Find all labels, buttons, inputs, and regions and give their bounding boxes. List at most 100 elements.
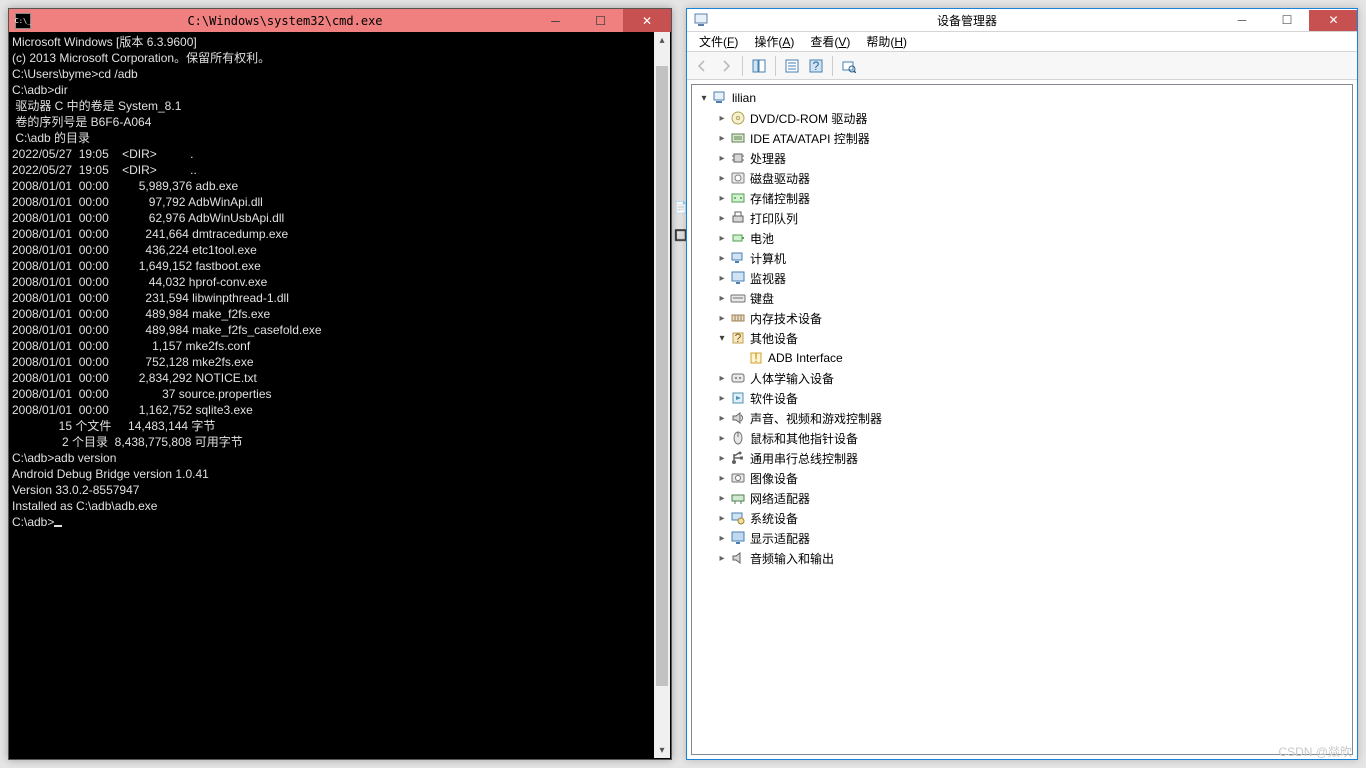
tree-twisty-closed[interactable]: ▸ xyxy=(714,153,730,164)
tree-twisty-closed[interactable]: ▸ xyxy=(714,253,730,264)
cmd-output-area[interactable]: Microsoft Windows [版本 6.3.9600](c) 2013 … xyxy=(10,32,670,758)
tree-twisty-open[interactable]: ▾ xyxy=(714,333,730,344)
svg-text:?: ? xyxy=(813,59,820,73)
tree-twisty-open[interactable]: ▾ xyxy=(696,93,712,104)
tree-row[interactable]: ▸鼠标和其他指针设备 xyxy=(692,428,1352,448)
dm-maximize-button[interactable]: ☐ xyxy=(1264,10,1309,31)
display-icon xyxy=(730,530,746,546)
tree-twisty-closed[interactable]: ▸ xyxy=(714,273,730,284)
cmd-line: 卷的序列号是 B6F6-A064 xyxy=(12,114,670,130)
tree-label: 监视器 xyxy=(750,270,786,287)
tree-row[interactable]: ▸IDE ATA/ATAPI 控制器 xyxy=(692,128,1352,148)
tree-row[interactable]: ▸ 键盘 xyxy=(692,288,1352,308)
tree-row[interactable]: ▸人体学输入设备 xyxy=(692,368,1352,388)
tree-row[interactable]: ▸ 打印队列 xyxy=(692,208,1352,228)
tree-row[interactable]: ▸电池 xyxy=(692,228,1352,248)
network-icon xyxy=(730,490,746,506)
nav-forward-button[interactable] xyxy=(715,55,737,77)
cmd-titlebar[interactable]: C:\Windows\system32\cmd.exe ─ ☐ ✕ xyxy=(9,9,671,32)
tree-label: 通用串行总线控制器 xyxy=(750,450,858,467)
dm-title: 设备管理器 xyxy=(715,12,1219,29)
tree-row[interactable]: ▸计算机 xyxy=(692,248,1352,268)
device-manager-icon xyxy=(693,12,709,28)
tree-twisty-closed[interactable]: ▸ xyxy=(714,493,730,504)
scroll-up-icon[interactable]: ▴ xyxy=(654,32,670,48)
tree-row[interactable]: ▸ 监视器 xyxy=(692,268,1352,288)
tree-row[interactable]: !ADB Interface xyxy=(692,348,1352,368)
nav-back-button[interactable] xyxy=(691,55,713,77)
cmd-line: C:\adb>adb version xyxy=(12,450,670,466)
tree-label: 其他设备 xyxy=(750,330,798,347)
help-button[interactable]: ? xyxy=(805,55,827,77)
tree-twisty-closed[interactable]: ▸ xyxy=(714,473,730,484)
tree-twisty-closed[interactable]: ▸ xyxy=(714,213,730,224)
scroll-down-icon[interactable]: ▾ xyxy=(654,742,670,758)
tree-twisty-closed[interactable]: ▸ xyxy=(714,553,730,564)
ide-icon xyxy=(730,130,746,146)
tree-row[interactable]: ▸ 网络适配器 xyxy=(692,488,1352,508)
tree-row[interactable]: ▸图像设备 xyxy=(692,468,1352,488)
cmd-scroll-track[interactable] xyxy=(654,48,670,742)
tree-label: 网络适配器 xyxy=(750,490,810,507)
device-tree[interactable]: ▾lilian▸DVD/CD-ROM 驱动器▸IDE ATA/ATAPI 控制器… xyxy=(691,84,1353,755)
cmd-line: 2008/01/01 00:00 489,984 make_f2fs_casef… xyxy=(12,322,670,338)
dm-minimize-button[interactable]: ─ xyxy=(1219,10,1264,31)
tree-label: 内存技术设备 xyxy=(750,310,822,327)
tree-twisty-closed[interactable]: ▸ xyxy=(714,313,730,324)
tree-twisty-closed[interactable]: ▸ xyxy=(714,433,730,444)
properties-button[interactable] xyxy=(781,55,803,77)
battery-icon xyxy=(730,230,746,246)
cmd-line: 2008/01/01 00:00 1,162,752 sqlite3.exe xyxy=(12,402,670,418)
cmd-scroll-thumb[interactable] xyxy=(656,66,668,686)
minimize-button[interactable]: ─ xyxy=(533,9,578,32)
tree-twisty-closed[interactable]: ▸ xyxy=(714,533,730,544)
tree-row[interactable]: ▸音频输入和输出 xyxy=(692,548,1352,568)
dm-titlebar[interactable]: 设备管理器 ─ ☐ ✕ xyxy=(687,9,1357,32)
dm-toolbar: ? xyxy=(687,52,1357,80)
cmd-line: 2008/01/01 00:00 1,157 mke2fs.conf xyxy=(12,338,670,354)
dm-close-button[interactable]: ✕ xyxy=(1309,10,1357,31)
scan-hardware-button[interactable] xyxy=(838,55,860,77)
tree-row[interactable]: ▸软件设备 xyxy=(692,388,1352,408)
tree-row[interactable]: ▸存储控制器 xyxy=(692,188,1352,208)
tree-row[interactable]: ▸DVD/CD-ROM 驱动器 xyxy=(692,108,1352,128)
tree-row[interactable]: ▸系统设备 xyxy=(692,508,1352,528)
close-button[interactable]: ✕ xyxy=(623,9,671,32)
tree-twisty-closed[interactable]: ▸ xyxy=(714,513,730,524)
tree-row[interactable]: ▸处理器 xyxy=(692,148,1352,168)
tree-twisty-closed[interactable]: ▸ xyxy=(714,233,730,244)
system-icon xyxy=(730,510,746,526)
maximize-button[interactable]: ☐ xyxy=(578,9,623,32)
cmd-line: 2008/01/01 00:00 2,834,292 NOTICE.txt xyxy=(12,370,670,386)
tree-twisty-closed[interactable]: ▸ xyxy=(714,173,730,184)
menu-f[interactable]: 文件(F) xyxy=(691,32,746,51)
tree-label: 打印队列 xyxy=(750,210,798,227)
menu-v[interactable]: 查看(V) xyxy=(802,32,858,51)
cmd-scrollbar[interactable]: ▴ ▾ xyxy=(654,32,670,758)
cmd-cursor xyxy=(54,525,62,527)
printer-icon xyxy=(730,210,746,226)
tree-twisty-closed[interactable]: ▸ xyxy=(714,193,730,204)
toolbar-separator xyxy=(775,56,776,76)
cmd-line: 2022/05/27 19:05 <DIR> .. xyxy=(12,162,670,178)
tree-row[interactable]: ▾?其他设备 xyxy=(692,328,1352,348)
tree-twisty-closed[interactable]: ▸ xyxy=(714,413,730,424)
tree-twisty-closed[interactable]: ▸ xyxy=(714,373,730,384)
tree-twisty-closed[interactable]: ▸ xyxy=(714,453,730,464)
show-hide-tree-button[interactable] xyxy=(748,55,770,77)
tree-row[interactable]: ▾lilian xyxy=(692,88,1352,108)
menu-h[interactable]: 帮助(H) xyxy=(858,32,915,51)
tree-row[interactable]: ▸ 内存技术设备 xyxy=(692,308,1352,328)
tree-row[interactable]: ▸声音、视频和游戏控制器 xyxy=(692,408,1352,428)
tree-twisty-closed[interactable]: ▸ xyxy=(714,113,730,124)
tree-twisty-closed[interactable]: ▸ xyxy=(714,133,730,144)
menu-a[interactable]: 操作(A) xyxy=(746,32,802,51)
tree-row[interactable]: ▸磁盘驱动器 xyxy=(692,168,1352,188)
tree-row[interactable]: ▸显示适配器 xyxy=(692,528,1352,548)
cmd-line: C:\Users\byme>cd /adb xyxy=(12,66,670,82)
tree-twisty-closed[interactable]: ▸ xyxy=(714,393,730,404)
tree-row[interactable]: ▸ 通用串行总线控制器 xyxy=(692,448,1352,468)
cmd-line: 2 个目录 8,438,775,808 可用字节 xyxy=(12,434,670,450)
tree-twisty-closed[interactable]: ▸ xyxy=(714,293,730,304)
tree-label: 键盘 xyxy=(750,290,774,307)
